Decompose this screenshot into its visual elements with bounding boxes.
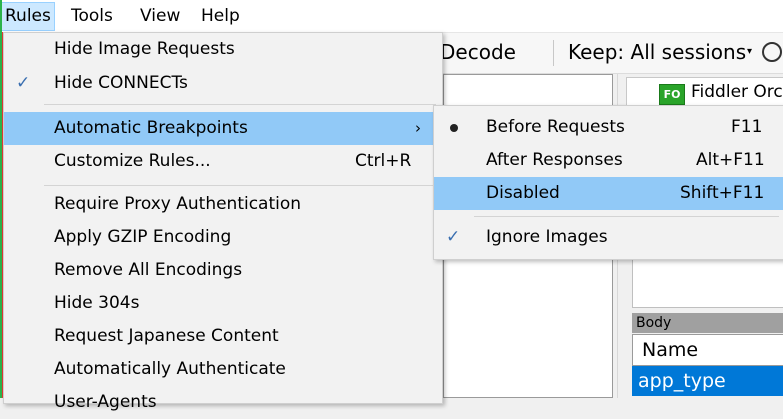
rules-menu: Hide Image Requests ✓ Hide CONNECTs Auto… xyxy=(3,32,443,412)
menu-help[interactable]: Help xyxy=(198,3,243,30)
menu-view[interactable]: View xyxy=(137,3,183,30)
menu-item-label: Request Japanese Content xyxy=(54,326,279,346)
menu-separator xyxy=(44,185,436,186)
menu-item-disabled[interactable]: Disabled Shift+F11 xyxy=(434,177,783,210)
menu-item-label: Hide 304s xyxy=(54,293,140,313)
menu-item-label: Hide Image Requests xyxy=(54,39,235,59)
menu-item-label: Before Requests xyxy=(486,117,625,137)
menu-item-before-requests[interactable]: Before Requests F11 xyxy=(434,111,783,144)
toolbar: Decode Keep: All sessions ▾ xyxy=(440,33,783,74)
menu-item-automatic-breakpoints[interactable]: Automatic Breakpoints › xyxy=(4,112,442,145)
globe-icon[interactable] xyxy=(762,42,782,62)
menu-item-apply-gzip[interactable]: Apply GZIP Encoding xyxy=(4,221,442,254)
menu-rules[interactable]: Rules xyxy=(1,2,55,31)
menu-item-shortcut: F11 xyxy=(731,117,763,137)
chevron-right-icon: › xyxy=(415,119,421,137)
menu-item-label: After Responses xyxy=(486,150,623,170)
menu-item-label: Customize Rules... xyxy=(54,151,211,171)
menu-item-shortcut: Ctrl+R xyxy=(355,151,412,171)
decode-button[interactable]: Decode xyxy=(440,40,516,64)
menu-bar: Rules Tools View Help xyxy=(0,0,783,33)
menu-item-label: Automatic Breakpoints xyxy=(54,118,248,138)
menu-item-label: Require Proxy Authentication xyxy=(54,194,302,214)
menu-item-require-proxy-auth[interactable]: Require Proxy Authentication xyxy=(4,188,442,221)
menu-item-label: Remove All Encodings xyxy=(54,260,243,280)
menu-item-hide-connects[interactable]: ✓ Hide CONNECTs xyxy=(4,67,442,100)
menu-tools[interactable]: Tools xyxy=(68,3,116,30)
menu-item-label: Automatically Authenticate xyxy=(54,359,286,379)
menu-separator xyxy=(44,104,436,105)
checkmark-icon: ✓ xyxy=(16,73,31,93)
fiddler-orchestra-icon: FO xyxy=(659,84,685,105)
body-section-header: Body xyxy=(632,313,783,333)
menu-item-ignore-images[interactable]: ✓ Ignore Images xyxy=(434,221,783,254)
menu-item-label: User-Agents xyxy=(54,392,157,412)
menu-item-label: Ignore Images xyxy=(486,227,608,247)
menu-item-hide-image-requests[interactable]: Hide Image Requests xyxy=(4,33,442,66)
menu-item-customize-rules[interactable]: Customize Rules... Ctrl+R xyxy=(4,145,442,178)
menu-item-request-japanese[interactable]: Request Japanese Content xyxy=(4,320,442,353)
checkmark-icon: ✓ xyxy=(446,227,461,247)
tab-label: Fiddler Orc xyxy=(691,82,783,102)
name-column-header[interactable]: Name xyxy=(632,334,783,366)
toolbar-separator xyxy=(553,40,554,66)
menu-separator xyxy=(474,216,779,217)
keep-sessions-dropdown[interactable]: Keep: All sessions xyxy=(568,40,746,64)
automatic-breakpoints-submenu: Before Requests F11 After Responses Alt+… xyxy=(433,105,783,260)
menu-item-after-responses[interactable]: After Responses Alt+F11 xyxy=(434,144,783,177)
menu-item-label: Hide CONNECTs xyxy=(54,73,188,93)
menu-item-label: Disabled xyxy=(486,183,560,203)
menu-item-label: Apply GZIP Encoding xyxy=(54,227,232,247)
radio-bullet-icon xyxy=(450,124,458,132)
menu-item-shortcut: Shift+F11 xyxy=(680,183,765,203)
menu-item-shortcut: Alt+F11 xyxy=(696,150,765,170)
chevron-down-icon[interactable]: ▾ xyxy=(747,46,752,57)
table-row[interactable]: app_type xyxy=(632,366,783,396)
menu-item-user-agents[interactable]: User-Agents xyxy=(4,386,442,419)
menu-item-auto-authenticate[interactable]: Automatically Authenticate xyxy=(4,353,442,386)
menu-item-remove-encodings[interactable]: Remove All Encodings xyxy=(4,254,442,287)
menu-item-hide-304s[interactable]: Hide 304s xyxy=(4,287,442,320)
